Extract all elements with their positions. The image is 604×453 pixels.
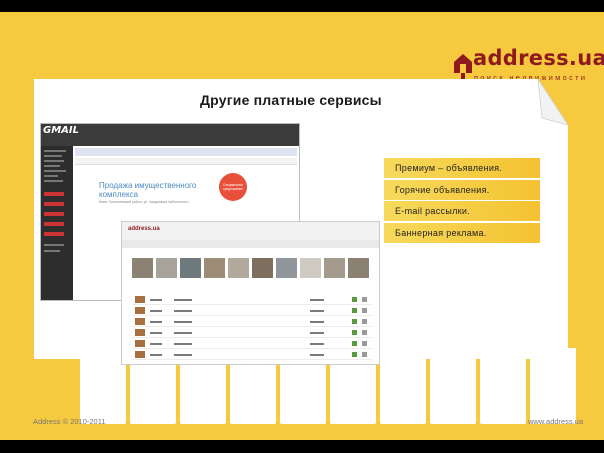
page-fold bbox=[537, 78, 569, 126]
site-thumbnails bbox=[132, 258, 372, 280]
email-subject-bar bbox=[75, 158, 297, 165]
page-title: Другие платные сервисы bbox=[200, 92, 382, 108]
footer-copyright: Address © 2010-2011 bbox=[33, 417, 106, 426]
email-headline: Продажа имущественного комплекса bbox=[99, 181, 197, 199]
site-header: address.ua bbox=[122, 222, 379, 241]
house-logo-icon bbox=[454, 54, 472, 79]
footer-url[interactable]: www.address.ua bbox=[528, 417, 583, 426]
site-logo: address.ua bbox=[128, 226, 160, 232]
email-subline: Киев, Голосеевский район, ул. Академика … bbox=[99, 200, 189, 204]
services-list: Премиум – объявления. Горячие объявления… bbox=[384, 158, 540, 244]
service-premium: Премиум – объявления. bbox=[384, 158, 540, 178]
logo-brand: address.ua bbox=[473, 46, 604, 70]
site-screenshot: address.ua bbox=[121, 221, 380, 365]
email-sidebar bbox=[41, 146, 73, 300]
service-hot: Горячие объявления. bbox=[384, 179, 540, 200]
email-toolbar bbox=[75, 148, 297, 156]
email-app-logo: GMAIL bbox=[43, 125, 79, 136]
email-badge: Специальное предложение bbox=[219, 173, 247, 201]
service-email: E-mail рассылки. bbox=[384, 201, 540, 221]
email-topbar: GMAIL bbox=[41, 124, 299, 146]
service-banner: Баннерная реклама. bbox=[384, 222, 540, 243]
slide: address.ua поиск недвижимости Другие пла… bbox=[0, 12, 604, 440]
site-nav bbox=[122, 240, 379, 248]
